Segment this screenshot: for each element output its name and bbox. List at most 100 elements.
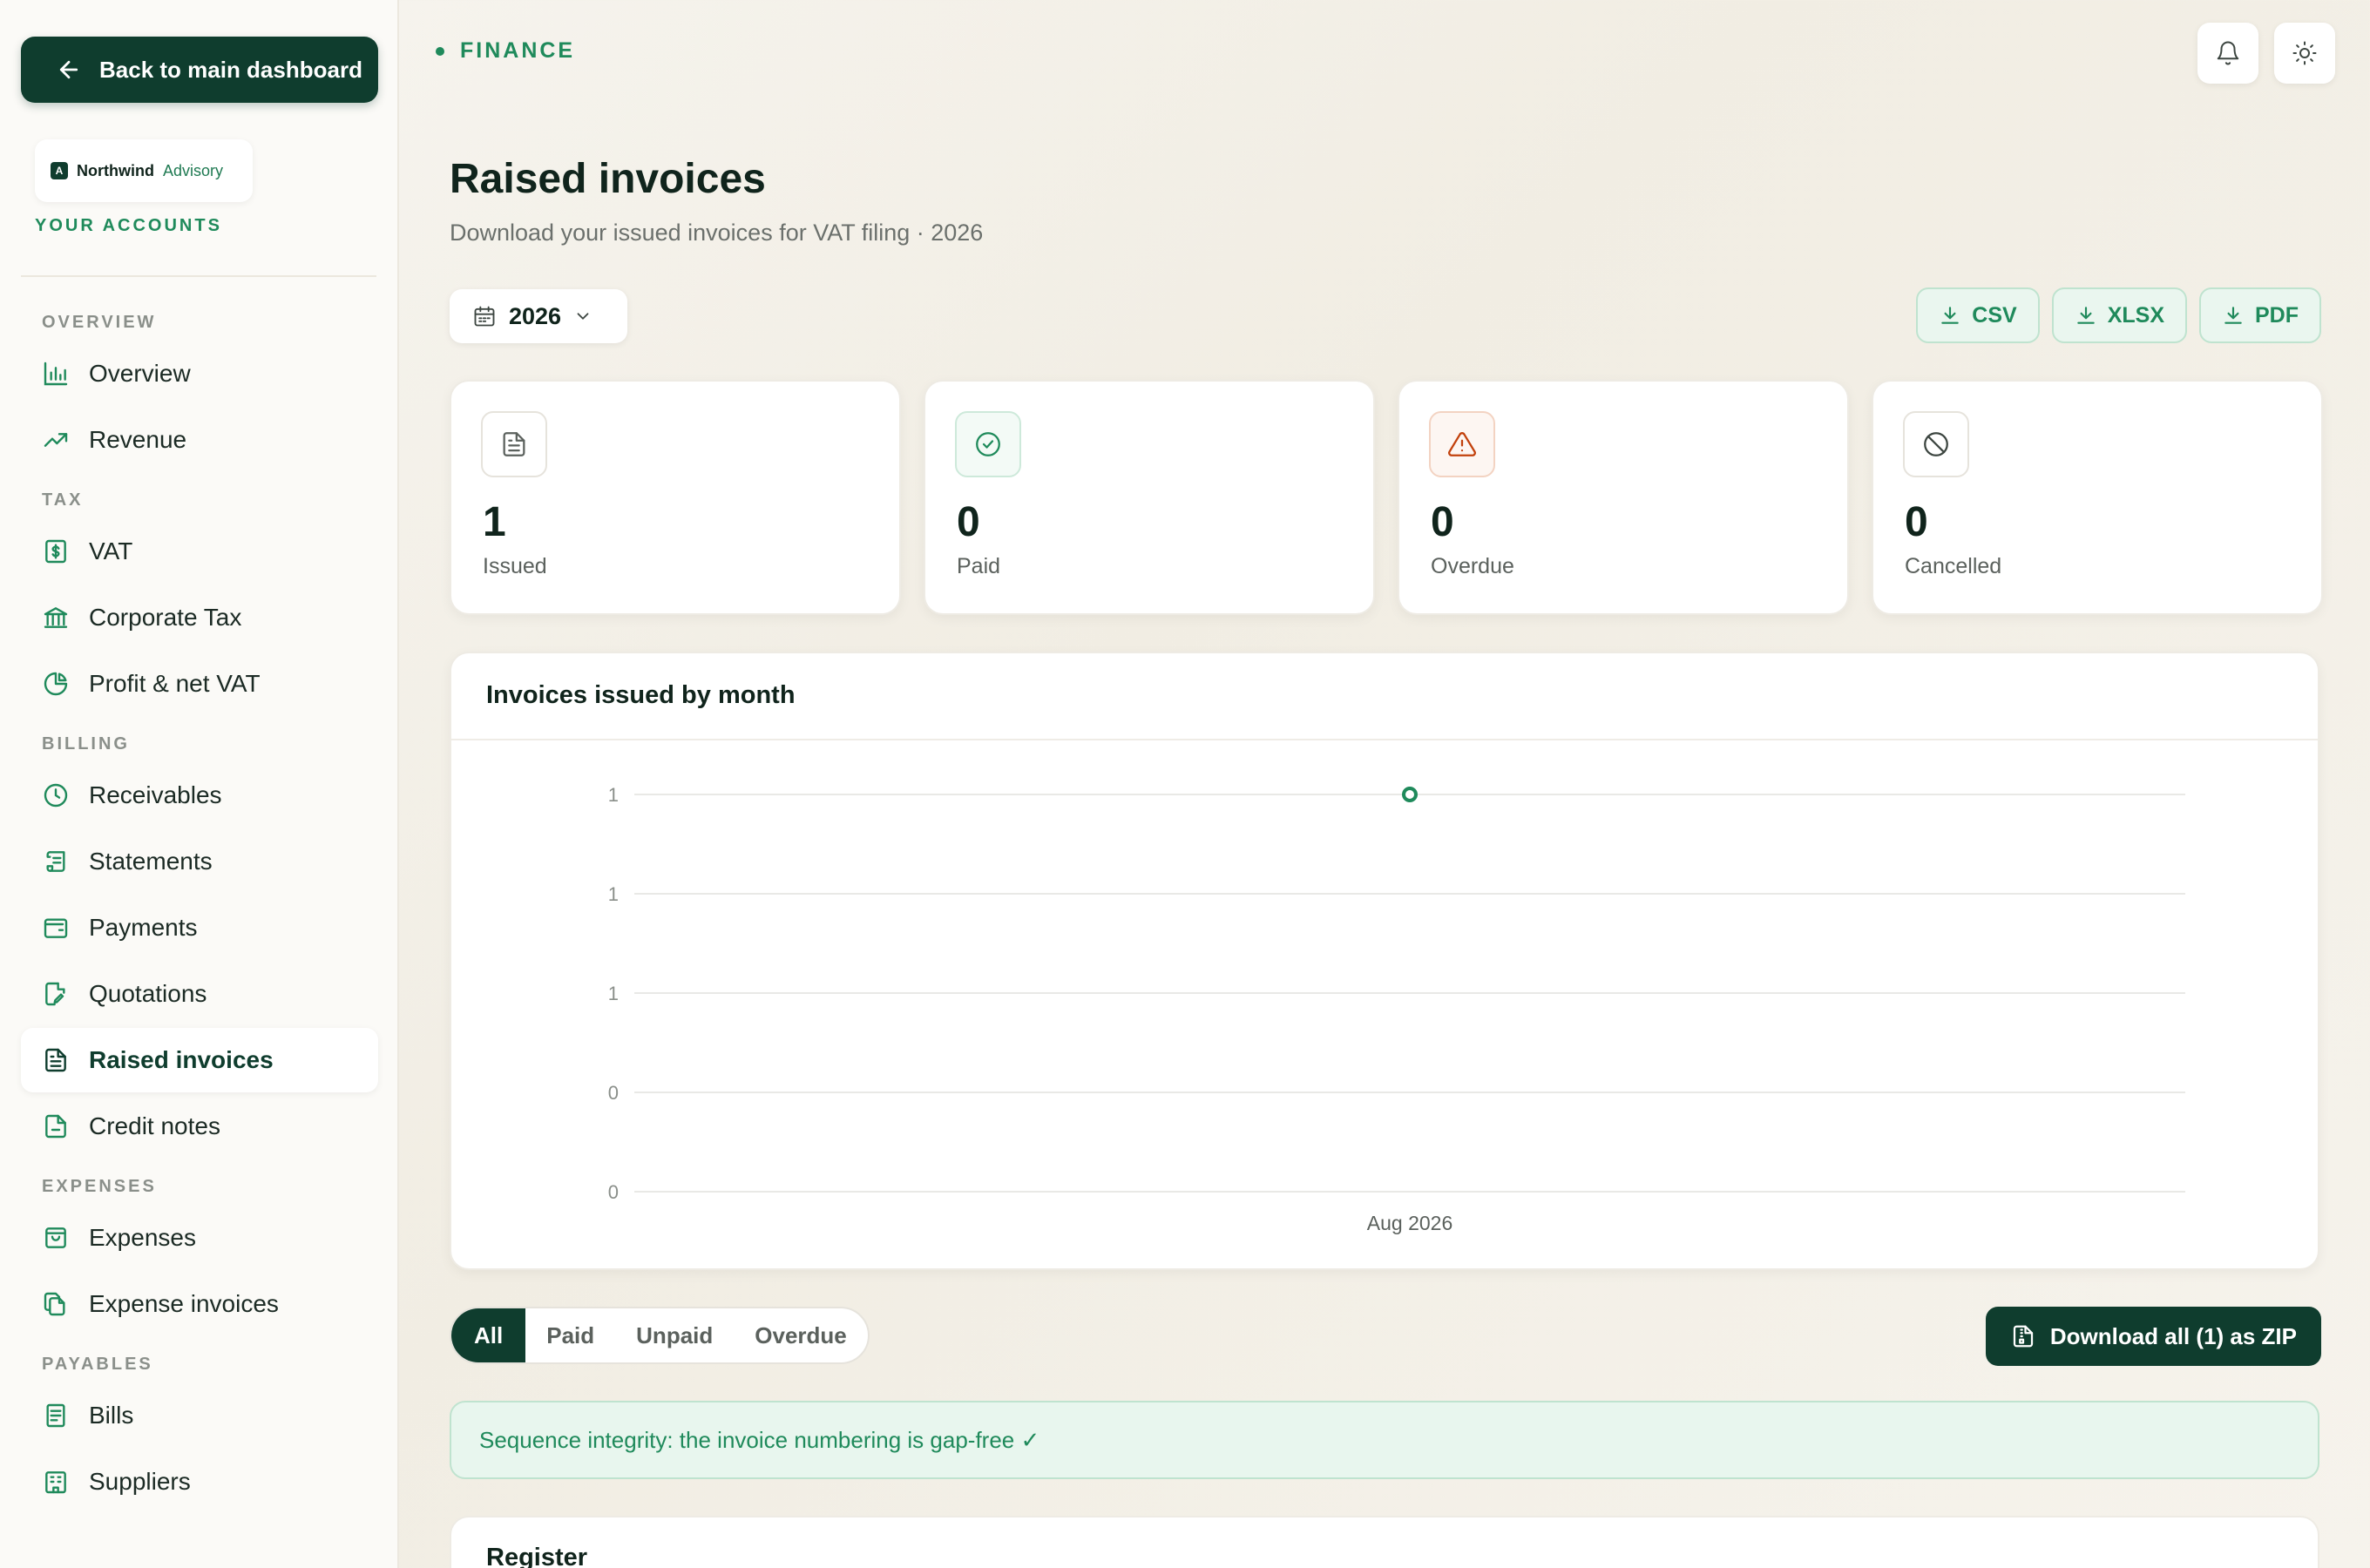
- file-edit-icon: [45, 982, 65, 1006]
- back-button-label: Back to main dashboard: [99, 56, 362, 83]
- org-logo: A: [51, 162, 68, 179]
- calendar-icon: [474, 306, 495, 327]
- notifications-button[interactable]: [2197, 23, 2258, 84]
- file-icon: [45, 1114, 66, 1139]
- chevron-down-icon: [577, 313, 589, 320]
- download-icon: [1941, 307, 1960, 324]
- stat-icon: [481, 411, 547, 477]
- pie-chart-icon: [44, 672, 68, 696]
- document-icon: [503, 432, 525, 456]
- sidebar-item-bills[interactable]: Bills: [21, 1383, 378, 1448]
- y-tick-label: 1: [608, 883, 619, 905]
- stat-card-paid: 0 Paid: [924, 380, 1375, 615]
- section-breadcrumb: FINANCE: [436, 38, 575, 64]
- sidebar-item-expense-invoices[interactable]: Expense invoices: [21, 1272, 378, 1336]
- section-label-billing: BILLING: [42, 734, 130, 754]
- x-tick-label: Aug 2026: [1367, 1212, 1452, 1234]
- sequence-integrity-banner: Sequence integrity: the invoice numberin…: [450, 1401, 2319, 1479]
- sidebar-item-expenses[interactable]: Expenses: [21, 1206, 378, 1270]
- export-xlsx-label: XLSX: [2107, 302, 2164, 328]
- y-tick-label: 0: [608, 1082, 619, 1104]
- export-xlsx-button[interactable]: XLSX: [2051, 287, 2187, 343]
- sun-icon: [2292, 41, 2317, 65]
- receipt-dollar-icon: [45, 539, 66, 564]
- sidebar-nav: OVERVIEW Overview Revenue TAX VAT Corpor…: [21, 296, 378, 1516]
- filter-tab-paid[interactable]: Paid: [525, 1308, 615, 1362]
- sidebar-item-suppliers[interactable]: Suppliers: [21, 1450, 378, 1514]
- section-label-overview: OVERVIEW: [42, 313, 157, 332]
- stats-row: 1 Issued 0 Paid 0 Overdue 0 Cancelled: [450, 380, 2323, 615]
- chart-card: Invoices issued by month 1 1 1 0 0 Aug 2026: [450, 652, 2319, 1270]
- theme-toggle-button[interactable]: [2274, 23, 2335, 84]
- sidebar-item-quotations[interactable]: Quotations: [21, 962, 378, 1026]
- sidebar-item-raised-invoices[interactable]: Raised invoices: [21, 1028, 378, 1092]
- export-csv-button[interactable]: CSV: [1916, 287, 2040, 343]
- filter-tab-all[interactable]: All: [451, 1308, 526, 1362]
- filter-tab-unpaid[interactable]: Unpaid: [615, 1308, 734, 1362]
- your-accounts-link[interactable]: YOUR ACCOUNTS: [35, 216, 222, 236]
- invoices-by-month-chart: 1 1 1 0 0 Aug 2026: [608, 784, 2185, 1234]
- sidebar-item-label: Credit notes: [89, 1112, 220, 1139]
- stat-card-cancelled: 0 Cancelled: [1872, 380, 2323, 615]
- sidebar-item-profit-vat[interactable]: Profit & net VAT: [21, 652, 378, 716]
- export-pdf-button[interactable]: PDF: [2199, 287, 2321, 343]
- back-to-dashboard-button[interactable]: Back to main dashboard: [21, 37, 378, 103]
- file-zip-icon: [2013, 1325, 2033, 1348]
- sidebar: Back to main dashboard A Northwind Advis…: [0, 0, 399, 1568]
- data-point: [1402, 787, 1418, 802]
- status-dot: [436, 46, 444, 56]
- sidebar-item-payments[interactable]: Payments: [21, 896, 378, 960]
- sidebar-item-label: Expense invoices: [89, 1290, 279, 1317]
- sidebar-item-receivables[interactable]: Receivables: [21, 763, 378, 828]
- year-select[interactable]: 2026: [450, 289, 627, 343]
- files-icon: [44, 1292, 65, 1316]
- stat-label: Issued: [483, 554, 547, 578]
- bank-icon: [44, 607, 68, 628]
- sidebar-item-statements[interactable]: Statements: [21, 829, 378, 894]
- organization-switcher[interactable]: A Northwind Advisory: [35, 139, 253, 202]
- y-tick-label: 0: [608, 1181, 619, 1203]
- register-title: Register: [486, 1544, 588, 1568]
- section-label-expenses: EXPENSES: [42, 1177, 157, 1196]
- year-value: 2026: [509, 302, 562, 329]
- sidebar-item-overview[interactable]: Overview: [21, 341, 378, 406]
- sidebar-item-label: Quotations: [89, 980, 207, 1007]
- stat-icon: [1903, 411, 1969, 477]
- sidebar-item-label: Suppliers: [89, 1468, 191, 1495]
- stat-icon: [1429, 411, 1495, 477]
- download-zip-button[interactable]: Download all (1) as ZIP: [1985, 1307, 2321, 1366]
- stat-value: 1: [483, 499, 506, 545]
- wallet-icon: [44, 918, 68, 938]
- stat-value: 0: [1905, 499, 1928, 545]
- section-label: FINANCE: [460, 38, 576, 63]
- sidebar-item-label: Revenue: [89, 426, 187, 453]
- sidebar-item-revenue[interactable]: Revenue: [21, 408, 378, 472]
- trending-up-icon: [44, 433, 68, 447]
- check-circle-icon: [976, 432, 1000, 456]
- sidebar-item-label: Overview: [89, 360, 191, 387]
- export-buttons: CSV XLSX PDF: [1916, 287, 2321, 343]
- receipt-icon: [46, 1403, 65, 1428]
- sidebar-item-label: Profit & net VAT: [89, 670, 261, 697]
- stat-icon: [955, 411, 1021, 477]
- sidebar-item-label: Payments: [89, 914, 198, 941]
- download-icon: [2224, 307, 2242, 324]
- sidebar-item-label: Bills: [89, 1402, 134, 1429]
- download-zip-label: Download all (1) as ZIP: [2049, 1322, 2297, 1349]
- integrity-text: Sequence integrity: the invoice numberin…: [479, 1426, 1040, 1453]
- register-card: Register: [450, 1516, 2319, 1568]
- section-label-tax: TAX: [42, 490, 84, 510]
- sidebar-item-credit-notes[interactable]: Credit notes: [21, 1094, 378, 1159]
- y-tick-label: 1: [608, 784, 619, 806]
- sidebar-item-label: VAT: [89, 537, 133, 564]
- org-name: Northwind: [77, 161, 154, 179]
- y-tick-label: 1: [608, 983, 619, 1004]
- sidebar-divider: [21, 275, 376, 277]
- building-icon: [45, 1471, 66, 1494]
- sidebar-item-vat[interactable]: VAT: [21, 519, 378, 584]
- export-pdf-label: PDF: [2255, 302, 2299, 328]
- scroll-icon: [46, 851, 65, 872]
- filter-tab-overdue[interactable]: Overdue: [734, 1308, 868, 1362]
- sidebar-item-corporate-tax[interactable]: Corporate Tax: [21, 585, 378, 650]
- sidebar-item-label: Corporate Tax: [89, 604, 242, 631]
